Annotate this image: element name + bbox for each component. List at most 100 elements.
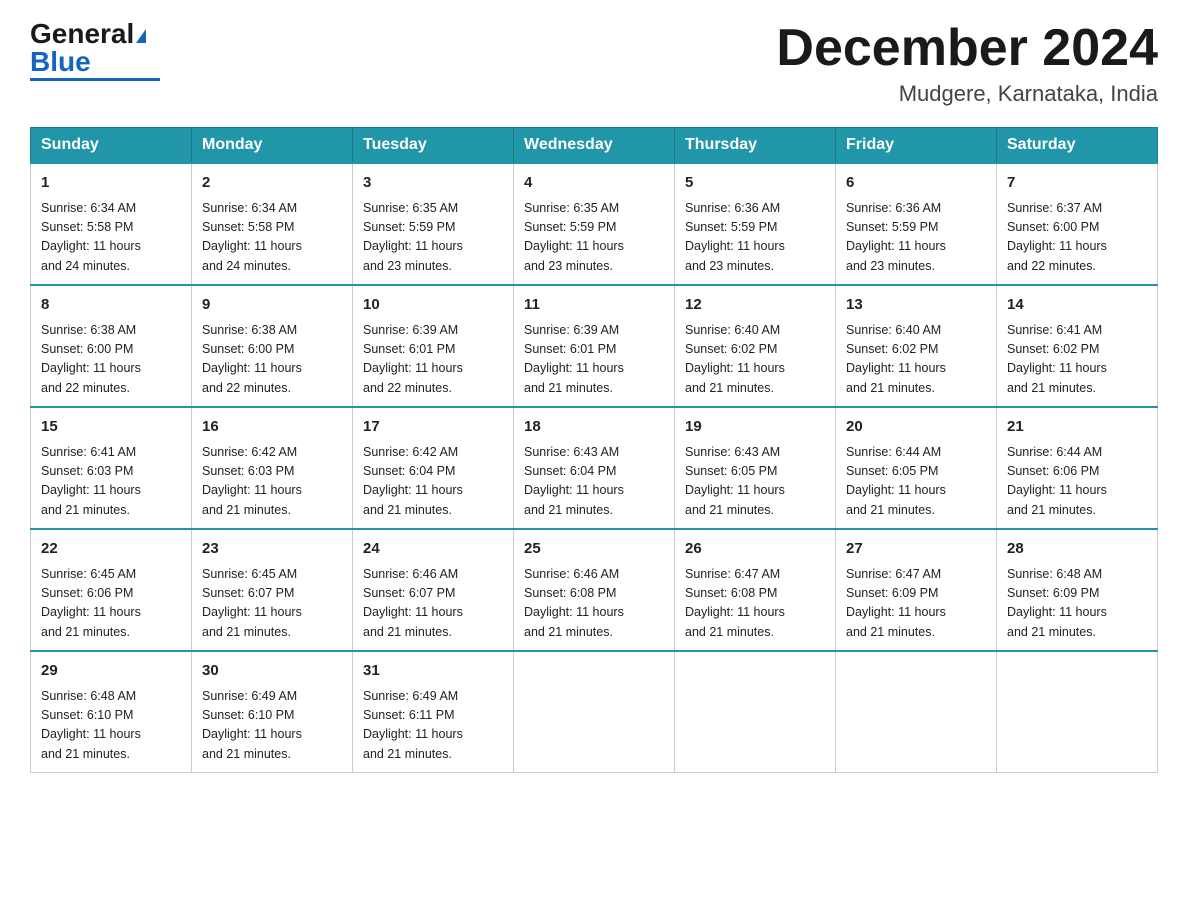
day-number: 28 xyxy=(1007,538,1147,561)
calendar-cell: 8 Sunrise: 6:38 AMSunset: 6:00 PMDaylight… xyxy=(31,285,192,407)
day-number: 8 xyxy=(41,294,181,317)
day-number: 30 xyxy=(202,660,342,683)
calendar-cell xyxy=(514,651,675,773)
day-info: Sunrise: 6:35 AMSunset: 5:59 PMDaylight:… xyxy=(524,199,664,277)
day-info: Sunrise: 6:34 AMSunset: 5:58 PMDaylight:… xyxy=(202,199,342,277)
calendar-week-4: 22 Sunrise: 6:45 AMSunset: 6:06 PMDayligh… xyxy=(31,529,1158,651)
day-info: Sunrise: 6:39 AMSunset: 6:01 PMDaylight:… xyxy=(363,321,503,399)
calendar-cell: 29Sunrise: 6:48 AMSunset: 6:10 PMDayligh… xyxy=(31,651,192,773)
day-number: 21 xyxy=(1007,416,1147,439)
calendar-cell: 13 Sunrise: 6:40 AMSunset: 6:02 PMDayligh… xyxy=(836,285,997,407)
day-number: 25 xyxy=(524,538,664,561)
day-info: Sunrise: 6:37 AMSunset: 6:00 PMDaylight:… xyxy=(1007,199,1147,277)
day-number: 13 xyxy=(846,294,986,317)
day-info: Sunrise: 6:34 AMSunset: 5:58 PMDaylight:… xyxy=(41,199,181,277)
calendar-week-3: 15 Sunrise: 6:41 AMSunset: 6:03 PMDayligh… xyxy=(31,407,1158,529)
header-monday: Monday xyxy=(192,128,353,164)
calendar-cell: 2 Sunrise: 6:34 AMSunset: 5:58 PMDaylight… xyxy=(192,163,353,285)
day-number: 24 xyxy=(363,538,503,561)
day-number: 17 xyxy=(363,416,503,439)
month-title: December 2024 xyxy=(776,20,1158,77)
day-number: 31 xyxy=(363,660,503,683)
day-number: 29 xyxy=(41,660,181,683)
day-number: 4 xyxy=(524,172,664,195)
calendar-cell: 17Sunrise: 6:42 AMSunset: 6:04 PMDayligh… xyxy=(353,407,514,529)
calendar-cell: 4 Sunrise: 6:35 AMSunset: 5:59 PMDaylight… xyxy=(514,163,675,285)
calendar-cell: 30Sunrise: 6:49 AMSunset: 6:10 PMDayligh… xyxy=(192,651,353,773)
day-info: Sunrise: 6:45 AMSunset: 6:07 PMDaylight:… xyxy=(202,565,342,643)
logo-blue: Blue xyxy=(30,46,91,77)
day-number: 9 xyxy=(202,294,342,317)
calendar-cell: 11 Sunrise: 6:39 AMSunset: 6:01 PMDayligh… xyxy=(514,285,675,407)
calendar-cell: 21 Sunrise: 6:44 AMSunset: 6:06 PMDayligh… xyxy=(997,407,1158,529)
calendar-cell: 28Sunrise: 6:48 AMSunset: 6:09 PMDayligh… xyxy=(997,529,1158,651)
calendar-cell: 26Sunrise: 6:47 AMSunset: 6:08 PMDayligh… xyxy=(675,529,836,651)
day-info: Sunrise: 6:38 AMSunset: 6:00 PMDaylight:… xyxy=(41,321,181,399)
day-number: 15 xyxy=(41,416,181,439)
logo-general: General xyxy=(30,18,134,49)
day-number: 2 xyxy=(202,172,342,195)
day-number: 3 xyxy=(363,172,503,195)
location: Mudgere, Karnataka, India xyxy=(776,81,1158,107)
day-number: 16 xyxy=(202,416,342,439)
day-info: Sunrise: 6:46 AMSunset: 6:08 PMDaylight:… xyxy=(524,565,664,643)
day-number: 19 xyxy=(685,416,825,439)
calendar-cell: 3 Sunrise: 6:35 AMSunset: 5:59 PMDaylight… xyxy=(353,163,514,285)
day-info: Sunrise: 6:41 AMSunset: 6:02 PMDaylight:… xyxy=(1007,321,1147,399)
calendar-cell: 24Sunrise: 6:46 AMSunset: 6:07 PMDayligh… xyxy=(353,529,514,651)
day-number: 23 xyxy=(202,538,342,561)
calendar-cell: 15 Sunrise: 6:41 AMSunset: 6:03 PMDayligh… xyxy=(31,407,192,529)
calendar-cell: 20Sunrise: 6:44 AMSunset: 6:05 PMDayligh… xyxy=(836,407,997,529)
day-number: 27 xyxy=(846,538,986,561)
header-saturday: Saturday xyxy=(997,128,1158,164)
day-info: Sunrise: 6:45 AMSunset: 6:06 PMDaylight:… xyxy=(41,565,181,643)
day-info: Sunrise: 6:43 AMSunset: 6:05 PMDaylight:… xyxy=(685,443,825,521)
calendar-week-5: 29Sunrise: 6:48 AMSunset: 6:10 PMDayligh… xyxy=(31,651,1158,773)
calendar-week-1: 1 Sunrise: 6:34 AMSunset: 5:58 PMDaylight… xyxy=(31,163,1158,285)
logo-triangle-icon xyxy=(136,29,146,43)
logo-text: General Blue xyxy=(30,20,146,76)
logo: General Blue xyxy=(30,20,160,81)
day-number: 11 xyxy=(524,294,664,317)
day-info: Sunrise: 6:36 AMSunset: 5:59 PMDaylight:… xyxy=(846,199,986,277)
day-info: Sunrise: 6:42 AMSunset: 6:03 PMDaylight:… xyxy=(202,443,342,521)
day-info: Sunrise: 6:39 AMSunset: 6:01 PMDaylight:… xyxy=(524,321,664,399)
day-number: 1 xyxy=(41,172,181,195)
day-number: 18 xyxy=(524,416,664,439)
calendar-cell: 1 Sunrise: 6:34 AMSunset: 5:58 PMDaylight… xyxy=(31,163,192,285)
day-info: Sunrise: 6:35 AMSunset: 5:59 PMDaylight:… xyxy=(363,199,503,277)
day-number: 26 xyxy=(685,538,825,561)
calendar-cell: 16 Sunrise: 6:42 AMSunset: 6:03 PMDayligh… xyxy=(192,407,353,529)
day-number: 14 xyxy=(1007,294,1147,317)
day-info: Sunrise: 6:44 AMSunset: 6:06 PMDaylight:… xyxy=(1007,443,1147,521)
calendar-header-row: SundayMondayTuesdayWednesdayThursdayFrid… xyxy=(31,128,1158,164)
calendar-cell: 18Sunrise: 6:43 AMSunset: 6:04 PMDayligh… xyxy=(514,407,675,529)
page-header: General Blue December 2024 Mudgere, Karn… xyxy=(30,20,1158,107)
calendar-cell: 10 Sunrise: 6:39 AMSunset: 6:01 PMDayligh… xyxy=(353,285,514,407)
day-number: 10 xyxy=(363,294,503,317)
header-wednesday: Wednesday xyxy=(514,128,675,164)
day-info: Sunrise: 6:47 AMSunset: 6:09 PMDaylight:… xyxy=(846,565,986,643)
day-number: 7 xyxy=(1007,172,1147,195)
day-number: 20 xyxy=(846,416,986,439)
day-info: Sunrise: 6:41 AMSunset: 6:03 PMDaylight:… xyxy=(41,443,181,521)
calendar-cell: 9Sunrise: 6:38 AMSunset: 6:00 PMDaylight… xyxy=(192,285,353,407)
calendar-cell xyxy=(836,651,997,773)
day-info: Sunrise: 6:40 AMSunset: 6:02 PMDaylight:… xyxy=(685,321,825,399)
calendar-cell: 12 Sunrise: 6:40 AMSunset: 6:02 PMDayligh… xyxy=(675,285,836,407)
calendar-cell: 25 Sunrise: 6:46 AMSunset: 6:08 PMDayligh… xyxy=(514,529,675,651)
day-number: 22 xyxy=(41,538,181,561)
header-sunday: Sunday xyxy=(31,128,192,164)
day-info: Sunrise: 6:40 AMSunset: 6:02 PMDaylight:… xyxy=(846,321,986,399)
day-number: 12 xyxy=(685,294,825,317)
calendar-cell: 22 Sunrise: 6:45 AMSunset: 6:06 PMDayligh… xyxy=(31,529,192,651)
calendar-table: SundayMondayTuesdayWednesdayThursdayFrid… xyxy=(30,127,1158,773)
calendar-cell: 14 Sunrise: 6:41 AMSunset: 6:02 PMDayligh… xyxy=(997,285,1158,407)
logo-line xyxy=(30,78,160,81)
header-thursday: Thursday xyxy=(675,128,836,164)
day-info: Sunrise: 6:36 AMSunset: 5:59 PMDaylight:… xyxy=(685,199,825,277)
calendar-cell: 5 Sunrise: 6:36 AMSunset: 5:59 PMDaylight… xyxy=(675,163,836,285)
day-number: 5 xyxy=(685,172,825,195)
day-number: 6 xyxy=(846,172,986,195)
day-info: Sunrise: 6:49 AMSunset: 6:11 PMDaylight:… xyxy=(363,687,503,765)
